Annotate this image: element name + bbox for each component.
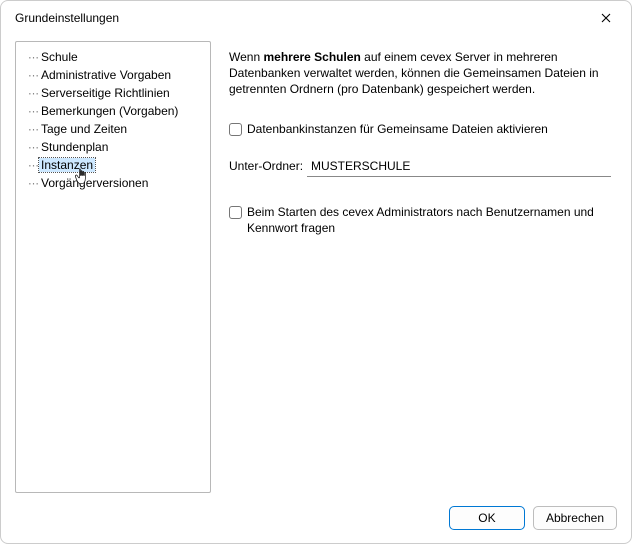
window-title: Grundeinstellungen <box>15 11 591 25</box>
checkbox-row-db-instances[interactable]: Datenbankinstanzen für Gemeinsame Dateie… <box>229 122 611 138</box>
dialog-body: ⋯Schule ⋯Administrative Vorgaben ⋯Server… <box>1 35 631 493</box>
tree-item-tage-zeiten[interactable]: ⋯Tage und Zeiten <box>20 120 206 138</box>
cancel-button[interactable]: Abbrechen <box>533 506 617 530</box>
subfolder-input[interactable] <box>307 155 611 177</box>
checkbox-login-prompt[interactable] <box>229 206 242 219</box>
tree-item-stundenplan[interactable]: ⋯Stundenplan <box>20 138 206 156</box>
tree-item-bemerkungen[interactable]: ⋯Bemerkungen (Vorgaben) <box>20 102 206 120</box>
checkbox-db-instances[interactable] <box>229 123 242 136</box>
dialog-window: Grundeinstellungen ⋯Schule ⋯Administrati… <box>0 0 632 544</box>
description-text: Wenn mehrere Schulen auf einem cevex Ser… <box>229 49 611 98</box>
tree-item-server-richtlinien[interactable]: ⋯Serverseitige Richtlinien <box>20 84 206 102</box>
subfolder-row: Unter-Ordner: <box>229 155 611 177</box>
tree-item-vorgaengerversionen[interactable]: ⋯Vorgängerversionen <box>20 174 206 192</box>
tree-item-instanzen[interactable]: ⋯Instanzen <box>20 156 206 174</box>
subfolder-label: Unter-Ordner: <box>229 159 307 173</box>
checkbox-db-instances-label: Datenbankinstanzen für Gemeinsame Dateie… <box>247 122 548 138</box>
close-button[interactable] <box>591 5 621 31</box>
settings-tree[interactable]: ⋯Schule ⋯Administrative Vorgaben ⋯Server… <box>15 41 211 493</box>
dialog-footer: OK Abbrechen <box>1 493 631 543</box>
tree-item-admin-vorgaben[interactable]: ⋯Administrative Vorgaben <box>20 66 206 84</box>
close-icon <box>601 13 611 23</box>
tree-item-schule[interactable]: ⋯Schule <box>20 48 206 66</box>
titlebar: Grundeinstellungen <box>1 1 631 35</box>
checkbox-row-login-prompt[interactable]: Beim Starten des cevex Administrators na… <box>229 205 611 236</box>
checkbox-login-prompt-label: Beim Starten des cevex Administrators na… <box>247 205 611 236</box>
content-panel: Wenn mehrere Schulen auf einem cevex Ser… <box>229 41 617 493</box>
ok-button[interactable]: OK <box>449 506 525 530</box>
